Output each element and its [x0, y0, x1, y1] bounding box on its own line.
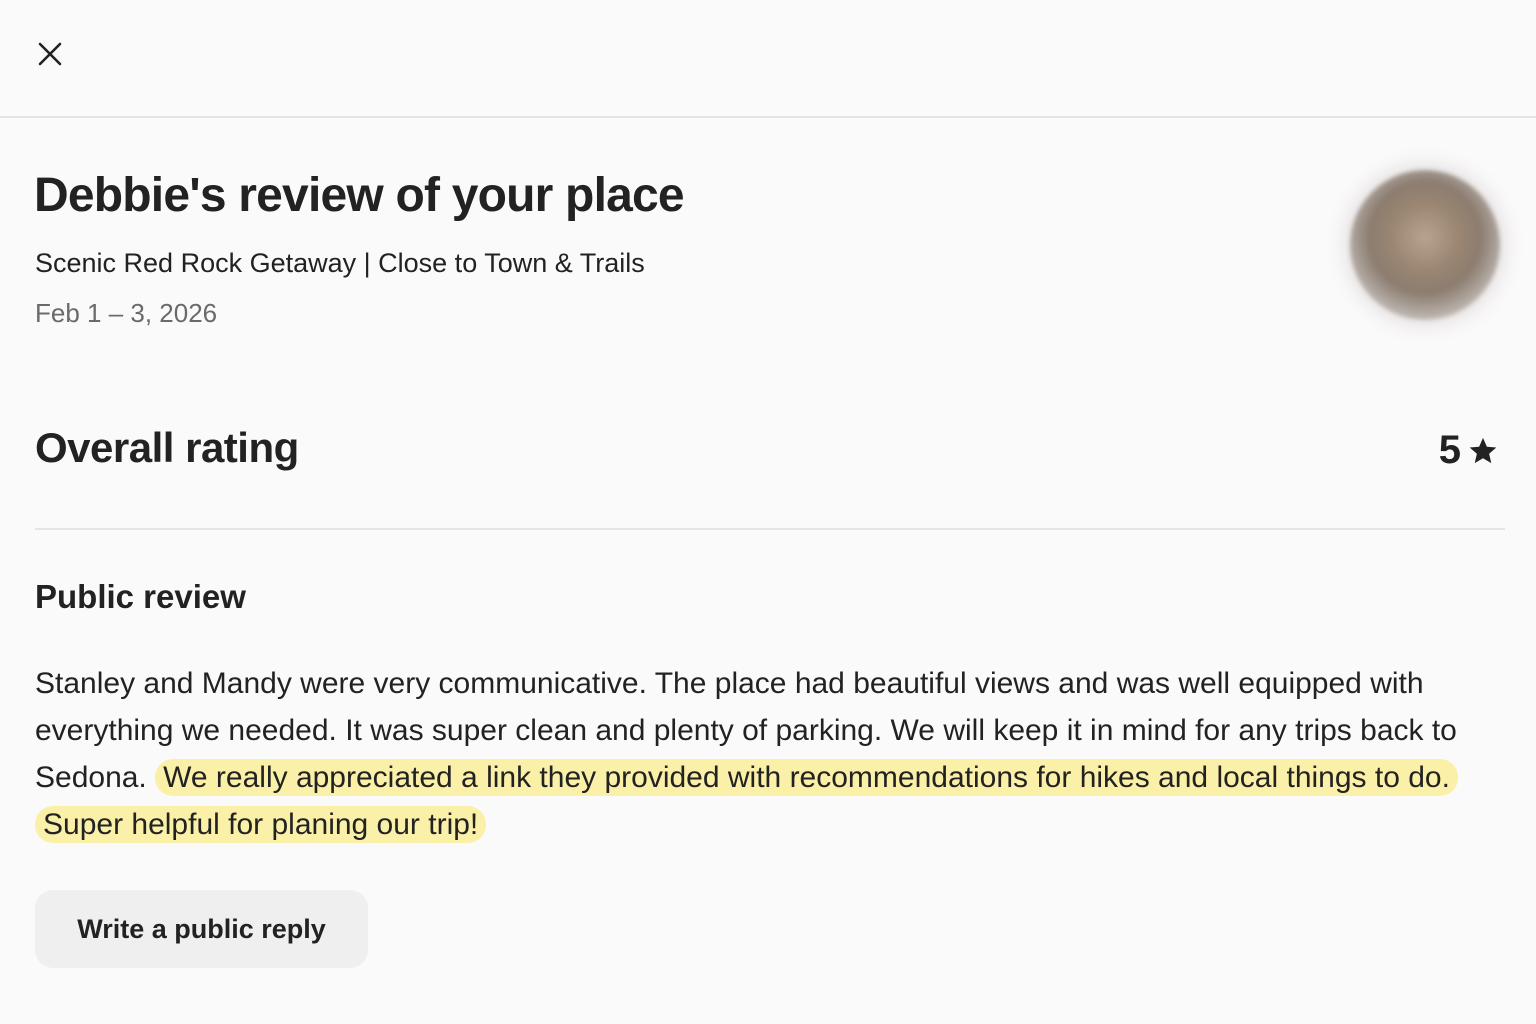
star-icon — [1469, 437, 1497, 463]
rating-number: 5 — [1438, 428, 1461, 472]
review-modal: Debbie's review of your place Scenic Red… — [0, 0, 1536, 1024]
public-review-heading: Public review — [35, 578, 246, 615]
page-title: Debbie's review of your place — [34, 169, 685, 222]
review-text-highlight: We really appreciated a link they provid… — [35, 759, 1458, 843]
write-public-reply-button[interactable]: Write a public reply — [35, 890, 368, 968]
listing-name: Scenic Red Rock Getaway | Close to Town … — [35, 248, 645, 278]
modal-header — [0, 0, 1536, 118]
close-icon — [38, 42, 62, 66]
public-review-text: Stanley and Mandy were very communicativ… — [35, 660, 1485, 848]
overall-rating-value: 5 — [1439, 428, 1499, 473]
overall-rating-row: Overall rating 5 — [35, 420, 1505, 530]
avatar[interactable] — [1350, 170, 1500, 320]
stay-dates: Feb 1 – 3, 2026 — [35, 298, 218, 328]
close-button[interactable] — [30, 34, 70, 74]
overall-rating-label: Overall rating — [35, 424, 299, 471]
